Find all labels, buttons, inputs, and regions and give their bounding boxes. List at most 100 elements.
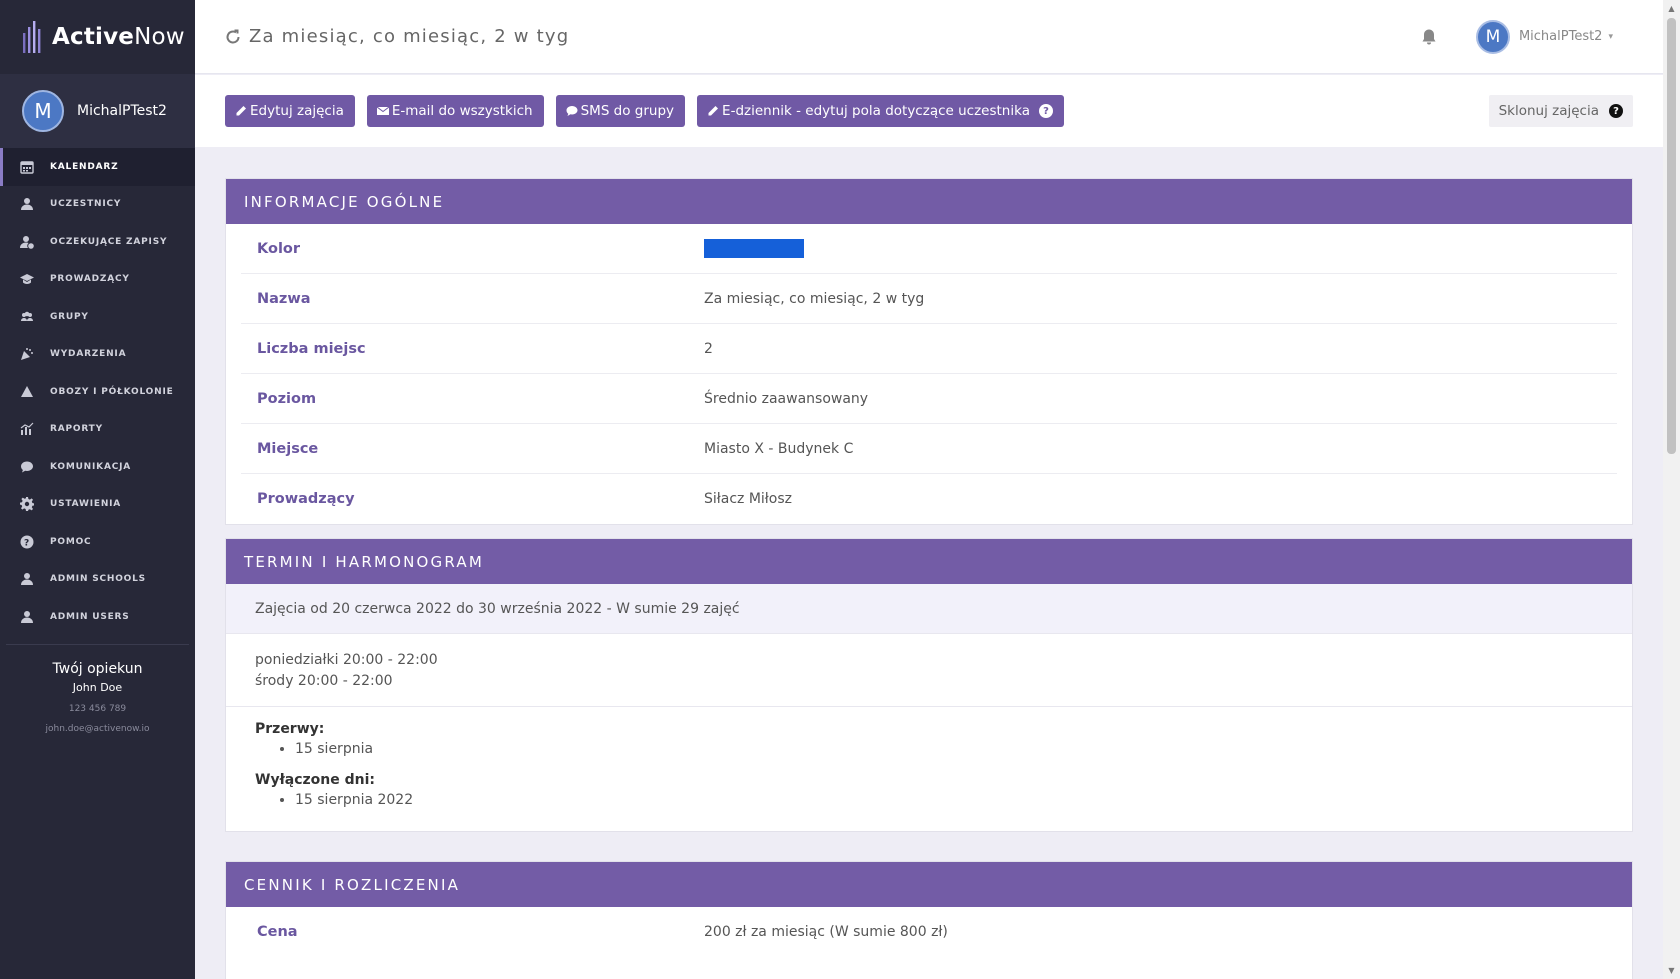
sidebar-item-kalendarz[interactable]: KALENDARZ	[0, 148, 195, 186]
sidebar-item-admin-users[interactable]: ADMIN USERS	[0, 598, 195, 636]
schedule-breaks: Przerwy: 15 sierpnia Wyłączone dni: 15 s…	[226, 707, 1632, 831]
users-icon	[20, 310, 34, 324]
page-title: Za miesiąc, co miesiąc, 2 w tyg	[225, 26, 569, 47]
info-label: Miejsce	[257, 440, 319, 457]
sidebar-item-label: OCZEKUJĄCE ZAPISY	[50, 236, 168, 247]
general-info-panel: INFORMACJE OGÓLNE Kolor Nazwa Za miesiąc…	[225, 178, 1633, 525]
sidebar-item-admin-schools[interactable]: ADMIN SCHOOLS	[0, 561, 195, 599]
account-manager: Twój opiekun John Doe 123 456 789 john.d…	[0, 645, 195, 734]
sidebar-item-pomoc[interactable]: ? POMOC	[0, 523, 195, 561]
email-all-label: E-mail do wszystkich	[391, 103, 533, 119]
info-value: Średnio zaawansowany	[704, 390, 869, 407]
user-clock-icon	[20, 235, 34, 249]
sidebar-item-label: GRUPY	[50, 311, 89, 322]
user-menu[interactable]: MichalPTest2	[1519, 29, 1603, 44]
clone-class-label: Sklonuj zajęcia	[1498, 103, 1599, 119]
sidebar: ActiveNow M MichalPTest2 KALENDARZ UCZES…	[0, 0, 195, 979]
envelope-icon	[376, 106, 389, 115]
sidebar-item-wydarzenia[interactable]: WYDARZENIA	[0, 336, 195, 374]
refresh-icon	[226, 29, 240, 43]
sms-group-label: SMS do grupy	[580, 103, 675, 119]
bell-icon[interactable]	[1420, 28, 1438, 46]
info-value: 200 zł za miesiąc (W sumie 800 zł)	[704, 924, 948, 940]
sidebar-nav: KALENDARZ UCZESTNICY OCZEKUJĄCE ZAPISY P…	[0, 148, 195, 636]
schedule-panel: TERMIN I HARMONOGRAM Zajęcia od 20 czerw…	[225, 538, 1633, 832]
info-row-capacity: Liczba miejsc 2	[241, 324, 1617, 374]
sidebar-user[interactable]: M MichalPTest2	[0, 74, 195, 148]
logo-bars-icon	[23, 21, 41, 53]
info-label: Nazwa	[257, 290, 311, 307]
svg-text:?: ?	[24, 538, 30, 548]
calendar-icon	[20, 160, 34, 174]
info-value: Miasto X - Budynek C	[704, 440, 854, 457]
list-item: 15 sierpnia 2022	[295, 790, 1603, 811]
avatar[interactable]: M	[1475, 19, 1510, 54]
list-item: 15 sierpnia	[295, 739, 1603, 760]
sidebar-item-ustawienia[interactable]: USTAWIENIA	[0, 486, 195, 524]
help-icon[interactable]: ?	[1609, 104, 1623, 118]
action-toolbar: Edytuj zajęcia E-mail do wszystkich SMS …	[195, 75, 1663, 147]
info-row-instructor: Prowadzący Siłacz Miłosz	[241, 474, 1617, 524]
info-row-name: Nazwa Za miesiąc, co miesiąc, 2 w tyg	[241, 274, 1617, 324]
scroll-thumb[interactable]	[1667, 18, 1676, 454]
gear-icon	[20, 497, 34, 512]
chat-icon	[566, 106, 578, 116]
sidebar-item-uczestnicy[interactable]: UCZESTNICY	[0, 186, 195, 224]
info-value: 2	[704, 340, 713, 357]
ediary-edit-button[interactable]: E-dziennik - edytuj pola dotyczące uczes…	[697, 95, 1064, 127]
info-label: Cena	[257, 924, 298, 940]
chart-icon	[20, 422, 34, 436]
sidebar-item-label: RAPORTY	[50, 424, 103, 435]
sidebar-item-obozy[interactable]: OBOZY I PÓŁKOLONIE	[0, 373, 195, 411]
ediary-edit-label: E-dziennik - edytuj pola dotyczące uczes…	[722, 103, 1030, 119]
sidebar-item-label: KOMUNIKACJA	[50, 461, 132, 472]
info-row-place: Miejsce Miasto X - Budynek C	[241, 424, 1617, 474]
info-row-level: Poziom Średnio zaawansowany	[241, 374, 1617, 424]
panel-heading: CENNIK I ROZLICZENIA	[226, 862, 1632, 907]
sidebar-item-label: OBOZY I PÓŁKOLONIE	[50, 386, 174, 397]
edit-class-label: Edytuj zajęcia	[250, 103, 344, 119]
user-icon	[20, 197, 34, 211]
breaks-label: Przerwy:	[255, 721, 325, 737]
user-icon	[20, 610, 34, 624]
party-icon	[20, 347, 34, 361]
info-value	[704, 239, 804, 258]
topbar: Za miesiąc, co miesiąc, 2 w tyg M Michal…	[195, 0, 1663, 74]
sidebar-item-label: ADMIN SCHOOLS	[50, 574, 146, 585]
panel-heading: TERMIN I HARMONOGRAM	[226, 539, 1632, 584]
edit-class-button[interactable]: Edytuj zajęcia	[225, 95, 355, 127]
info-row-color: Kolor	[241, 224, 1617, 274]
sidebar-user-name: MichalPTest2	[77, 103, 167, 119]
sms-group-button[interactable]: SMS do grupy	[555, 95, 686, 127]
sidebar-item-label: USTAWIENIA	[50, 499, 122, 510]
sidebar-item-raporty[interactable]: RAPORTY	[0, 411, 195, 449]
chat-icon	[20, 460, 34, 474]
sidebar-item-komunikacja[interactable]: KOMUNIKACJA	[0, 448, 195, 486]
breaks-list: 15 sierpnia	[295, 739, 1603, 760]
color-swatch	[704, 239, 804, 258]
topbar-right: M MichalPTest2 ▾	[1420, 19, 1613, 54]
logo[interactable]: ActiveNow	[0, 0, 195, 74]
info-label: Poziom	[257, 390, 317, 407]
sidebar-item-label: WYDARZENIA	[50, 349, 127, 360]
avatar: M	[22, 90, 64, 132]
sidebar-item-label: KALENDARZ	[50, 161, 119, 172]
sidebar-item-oczekujace-zapisy[interactable]: OCZEKUJĄCE ZAPISY	[0, 223, 195, 261]
page-scrollbar[interactable]: ▲ ▼	[1663, 0, 1680, 979]
sidebar-item-label: PROWADZĄCY	[50, 274, 130, 285]
schedule-summary: Zajęcia od 20 czerwca 2022 do 30 wrześni…	[226, 584, 1632, 634]
email-all-button[interactable]: E-mail do wszystkich	[366, 95, 544, 127]
sidebar-item-label: POMOC	[50, 536, 92, 547]
chevron-down-icon[interactable]: ▾	[1608, 32, 1613, 42]
info-value: Siłacz Miłosz	[704, 491, 792, 507]
sidebar-item-prowadzacy[interactable]: PROWADZĄCY	[0, 261, 195, 299]
help-icon[interactable]: ?	[1038, 104, 1053, 118]
info-value: Za miesiąc, co miesiąc, 2 w tyg	[704, 290, 925, 307]
clone-class-button[interactable]: Sklonuj zajęcia ?	[1488, 95, 1633, 127]
scroll-down-arrow-icon[interactable]: ▼	[1663, 962, 1680, 979]
scroll-up-arrow-icon[interactable]: ▲	[1663, 0, 1680, 17]
account-manager-phone[interactable]: 123 456 789	[0, 704, 195, 714]
sidebar-item-grupy[interactable]: GRUPY	[0, 298, 195, 336]
account-manager-email[interactable]: john.doe@activenow.io	[0, 724, 195, 734]
help-icon: ?	[20, 535, 34, 549]
